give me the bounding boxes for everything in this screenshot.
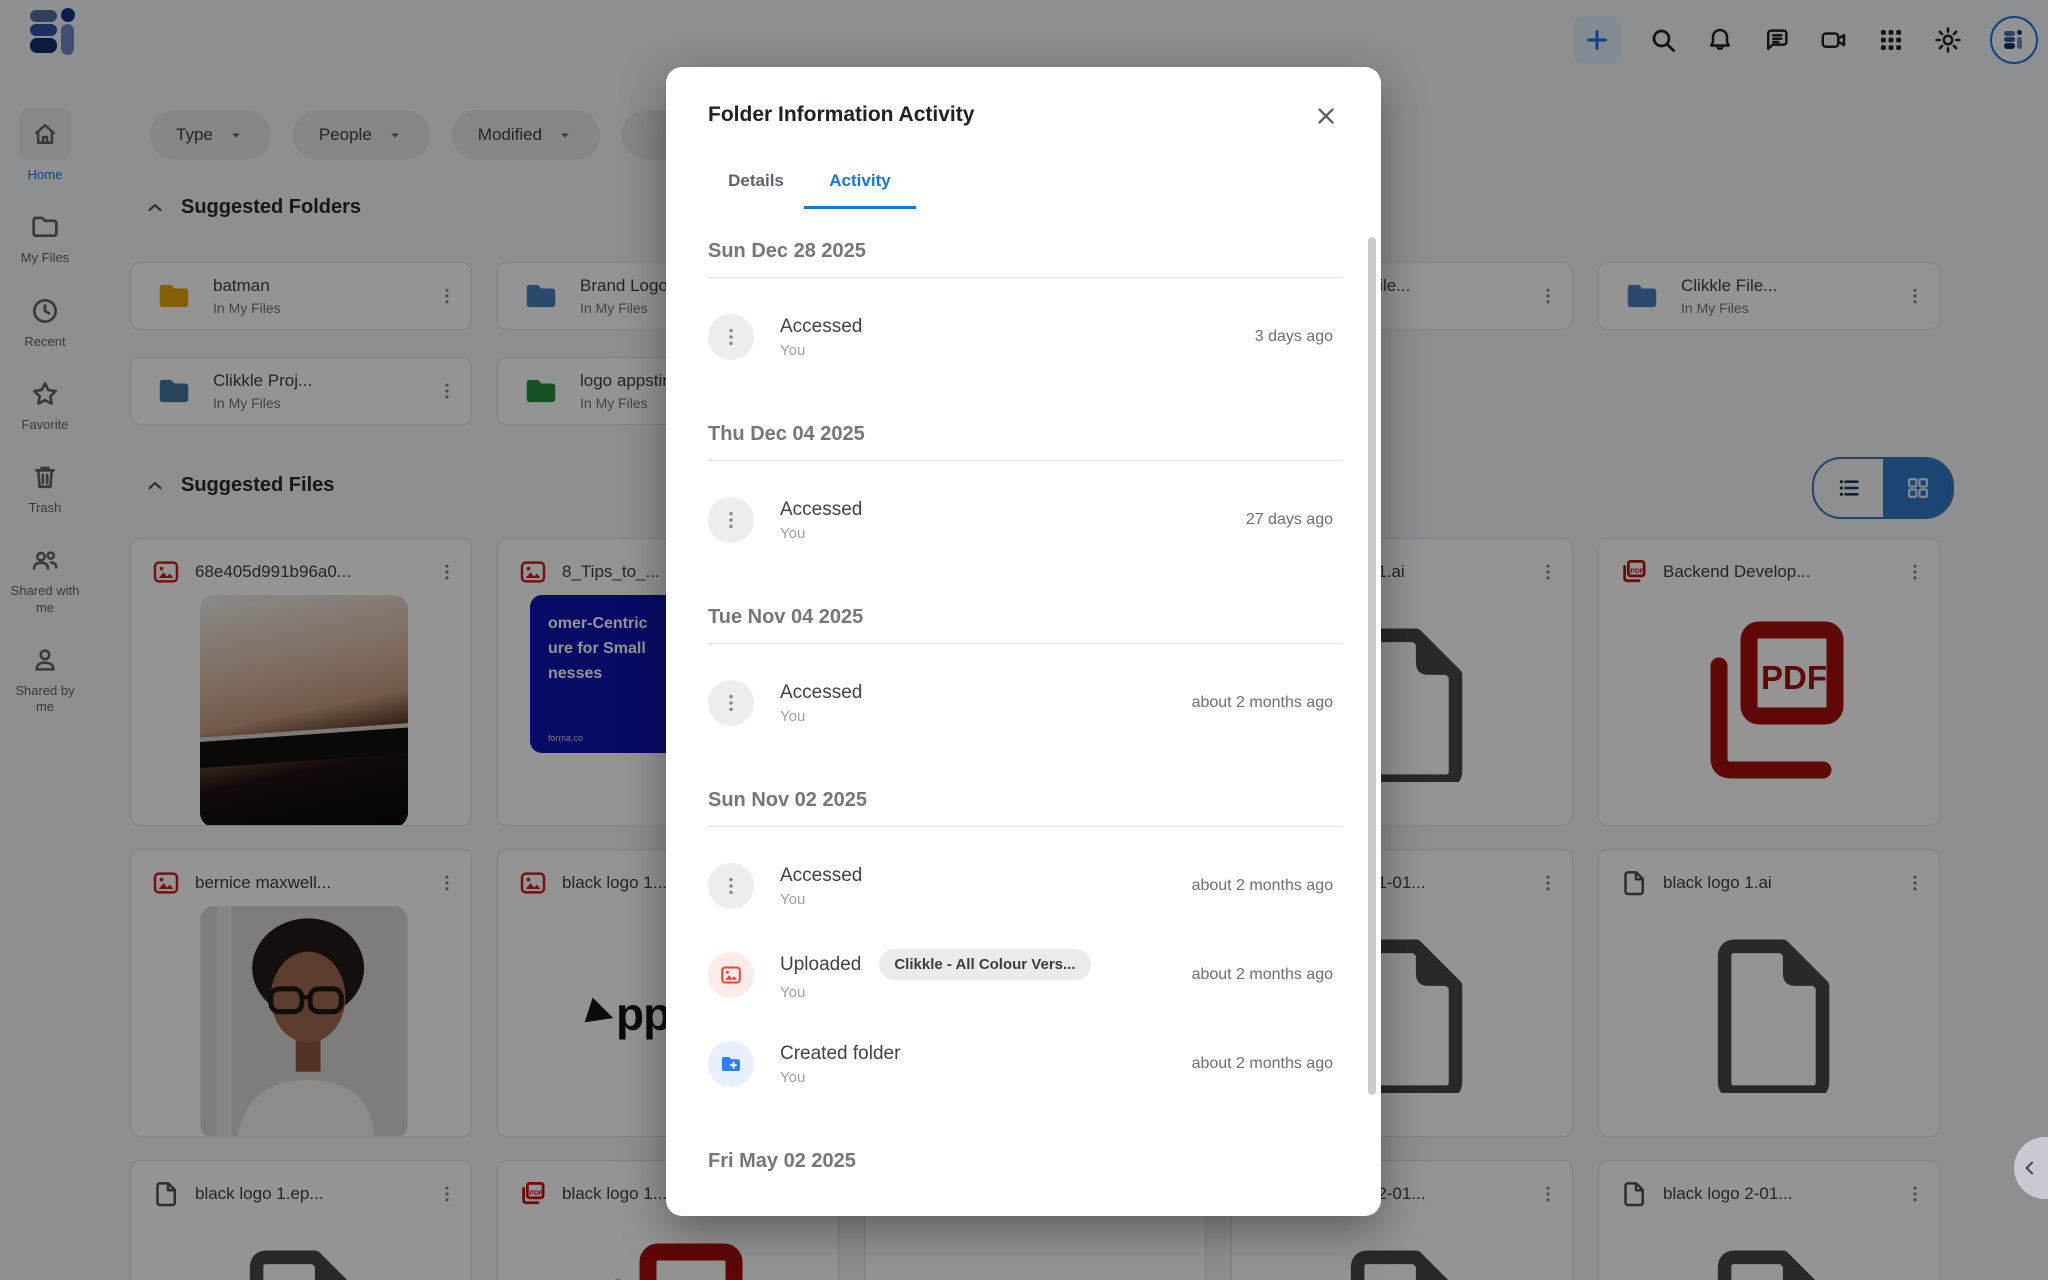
activity-avatar [708,952,754,998]
activity-time: about 2 months ago [1192,966,1343,984]
activity-actor: You [780,708,862,725]
kebab-icon [720,692,742,714]
activity-action: Accessed [780,499,862,521]
app-window: Home My Files Recent Favorite Trash Shar… [0,0,2048,1280]
activity-entry: Created folder You about 2 months ago [708,1041,1343,1087]
activity-action: Accessed [780,682,862,704]
image-icon [719,963,743,987]
activity-entry: Uploaded Clikkle - All Colour Vers... You… [708,949,1343,1001]
activity-time: 27 days ago [1246,511,1343,529]
activity-entry: Accessed You 3 days ago [708,314,1343,360]
activity-entry: Accessed You about 2 months ago [708,680,1343,726]
tab-activity[interactable]: Activity [804,171,916,209]
folder-info-modal: Folder Information Activity Details Acti… [666,67,1381,1216]
activity-action: Accessed [780,316,862,338]
activity-actor: You [780,1069,900,1086]
activity-avatar [708,680,754,726]
activity-entry: Accessed You 27 days ago [708,497,1343,543]
activity-date-header: Sun Nov 02 2025 [708,786,1343,814]
activity-entry: Accessed You about 2 months ago [708,863,1343,909]
activity-avatar [708,314,754,360]
activity-time: about 2 months ago [1192,1055,1343,1073]
activity-avatar [708,1041,754,1087]
modal-scrollbar[interactable] [1368,237,1376,1095]
activity-time: about 2 months ago [1192,694,1343,712]
divider [708,460,1343,461]
activity-date-header: Fri May 02 2025 [708,1147,1343,1172]
modal-title: Folder Information Activity [708,103,1339,127]
activity-date-header: Thu Dec 04 2025 [708,420,1343,448]
close-icon[interactable] [1313,103,1339,129]
activity-action: Uploaded [780,954,861,976]
activity-actor: You [780,525,862,542]
activity-action: Created folder [780,1043,900,1065]
kebab-icon [720,509,742,531]
divider [708,277,1343,278]
divider [708,643,1343,644]
activity-actor: You [780,342,862,359]
activity-avatar [708,497,754,543]
activity-time: about 2 months ago [1192,877,1343,895]
activity-actor: You [780,984,1091,1001]
folder-plus-icon [719,1052,743,1076]
activity-time: 3 days ago [1255,328,1343,346]
modal-tabs: Details Activity [708,171,1381,209]
activity-date-header: Sun Dec 28 2025 [708,237,1343,265]
chevron-left-icon [2020,1158,2040,1178]
activity-actor: You [780,891,862,908]
tab-details[interactable]: Details [708,171,804,209]
activity-list: Sun Dec 28 2025 Accessed You 3 days ago T… [666,209,1381,1172]
activity-date-header: Tue Nov 04 2025 [708,603,1343,631]
activity-action: Accessed [780,865,862,887]
kebab-icon [720,875,742,897]
file-chip[interactable]: Clikkle - All Colour Vers... [879,949,1090,980]
kebab-icon [720,326,742,348]
activity-avatar [708,863,754,909]
divider [708,826,1343,827]
